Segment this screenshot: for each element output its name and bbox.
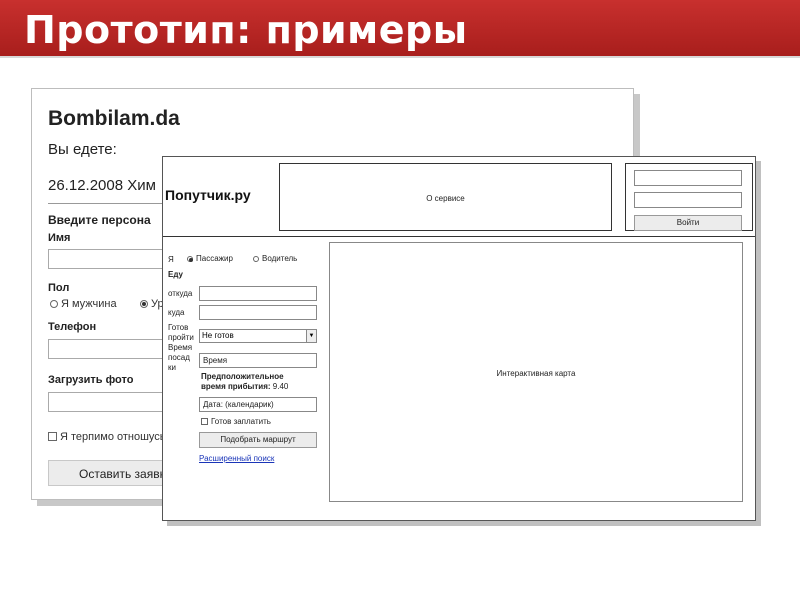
eta-label-2: время прибытия: [201, 382, 271, 391]
radio-icon [253, 256, 259, 262]
trip-date: 26.12.2008 Хим [48, 177, 156, 194]
time-input[interactable]: Время [199, 353, 317, 368]
ready-label-2: пройти [168, 333, 194, 342]
time-label-3: ки [168, 363, 176, 372]
poputchik-logo: Попутчик.ру [165, 187, 251, 203]
site-header: Попутчик.ру О сервисе Войти [163, 157, 755, 237]
going-label: Вы едете: [48, 141, 117, 158]
password-input[interactable] [634, 192, 742, 208]
about-service-box[interactable]: О сервисе [279, 163, 612, 231]
checkbox-icon [48, 432, 57, 441]
driver-label: Водитель [262, 254, 298, 263]
radio-icon [50, 300, 58, 308]
checkbox-icon [201, 418, 208, 425]
time-label-1: Время [168, 343, 193, 352]
radio-selected-icon [187, 256, 193, 262]
eta-row: время прибытия: 9.40 [201, 382, 288, 391]
role-label: Я [168, 255, 174, 264]
personal-heading: Введите персона [48, 213, 151, 227]
photo-label: Загрузить фото [48, 374, 134, 386]
tolerance-checkbox[interactable]: Я терпимо отношусь [48, 431, 166, 443]
gender-label: Пол [48, 282, 70, 294]
driver-radio[interactable]: Водитель [253, 254, 297, 263]
slide-title: Прототип: примеры [24, 8, 468, 52]
poputchik-window: Попутчик.ру О сервисе Войти Я Пассажир В… [162, 156, 756, 521]
pay-checkbox[interactable]: Готов заплатить [201, 417, 271, 426]
radio-selected-icon [140, 300, 148, 308]
advanced-search-link[interactable]: Расширенный поиск [199, 454, 274, 463]
time-label-2: посад [168, 353, 190, 362]
login-button[interactable]: Войти [634, 215, 742, 231]
passenger-label: Пассажир [196, 254, 233, 263]
bombilam-logo: Bombilam.da [48, 107, 180, 130]
from-input[interactable] [199, 286, 317, 301]
ready-label-1: Готов [168, 323, 189, 332]
to-label: куда [168, 308, 185, 317]
passenger-radio[interactable]: Пассажир [187, 254, 233, 263]
to-input[interactable] [199, 305, 317, 320]
date-input[interactable]: Дата: (календарик) [199, 397, 317, 412]
from-label: откуда [168, 289, 193, 298]
ready-select[interactable]: Не готов ▼ [199, 329, 317, 343]
eta-label-1: Предположительное [201, 372, 284, 381]
gender-other-radio[interactable]: Ур [140, 298, 164, 310]
tolerance-label: Я терпимо отношусь [60, 431, 166, 443]
find-route-button[interactable]: Подобрать маршрут [199, 432, 317, 448]
ready-select-value: Не готов [202, 331, 234, 340]
interactive-map[interactable]: Интерактивная карта [329, 242, 743, 502]
pay-label: Готов заплатить [211, 417, 271, 426]
gender-male-label: Я мужчина [61, 298, 117, 310]
login-panel: Войти [625, 163, 753, 231]
eta-value: 9.40 [272, 382, 289, 391]
title-banner: Прототип: примеры [0, 0, 800, 58]
login-input[interactable] [634, 170, 742, 186]
chevron-down-icon: ▼ [306, 330, 316, 342]
phone-label: Телефон [48, 321, 97, 333]
slide: Прототип: примеры Bombilam.da Вы едете: … [0, 0, 800, 600]
name-label: Имя [48, 232, 71, 244]
going-label: Еду [168, 270, 183, 279]
gender-male-radio[interactable]: Я мужчина [50, 298, 117, 310]
